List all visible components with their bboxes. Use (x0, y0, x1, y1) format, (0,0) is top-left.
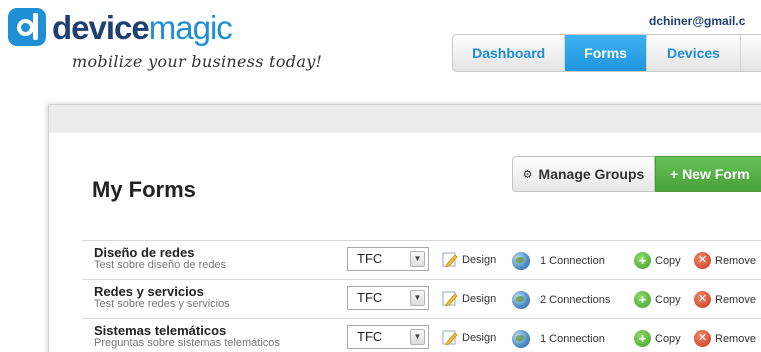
connections-link[interactable]: 1 Connection (512, 330, 605, 348)
globe-icon (512, 330, 530, 348)
remove-label: Remove (715, 293, 756, 306)
connections-link[interactable]: 2 Connections (512, 291, 610, 309)
connections-label: 1 Connection (540, 255, 605, 267)
chevron-down-icon[interactable]: ▼ (410, 251, 425, 267)
chevron-down-icon[interactable]: ▼ (410, 329, 425, 345)
design-link[interactable]: Design (442, 291, 496, 307)
remove-label: Remove (715, 254, 756, 267)
logo[interactable]: devicemagic (8, 8, 233, 46)
remove-link[interactable]: ✕ Remove (694, 252, 756, 269)
copy-label: Copy (655, 293, 681, 306)
group-select-value: TFC (357, 329, 383, 344)
logo-mark-icon (8, 8, 46, 46)
x-circle-icon: ✕ (694, 330, 711, 347)
remove-label: Remove (715, 332, 756, 345)
copy-label: Copy (655, 254, 681, 267)
form-name-link[interactable]: Sistemas telemáticos (94, 323, 226, 338)
pencil-icon (442, 330, 458, 346)
remove-link[interactable]: ✕ Remove (694, 291, 756, 308)
design-label: Design (462, 293, 497, 305)
copy-label: Copy (655, 332, 681, 345)
globe-icon (512, 291, 530, 309)
tab-forms[interactable]: Forms (565, 35, 647, 71)
group-select-value: TFC (357, 251, 383, 266)
pencil-icon (442, 252, 458, 268)
tab-more[interactable] (741, 35, 761, 71)
connections-link[interactable]: 1 Connection (512, 252, 605, 270)
form-description: Preguntas sobre sistemas telemáticos (94, 337, 280, 349)
tagline: mobilize your business today! (72, 52, 323, 71)
group-select[interactable]: TFC ▼ (347, 325, 429, 349)
form-row: Diseño de redes Test sobre diseño de red… (82, 240, 761, 279)
form-description: Test sobre diseño de redes (94, 259, 227, 271)
main-nav: Dashboard Forms Devices (452, 34, 761, 72)
chevron-down-icon[interactable]: ▼ (410, 290, 425, 306)
group-select[interactable]: TFC ▼ (347, 247, 429, 271)
page-title: My Forms (92, 177, 196, 202)
gear-icon: ⚙ (522, 168, 533, 181)
manage-groups-label: Manage Groups (538, 166, 645, 182)
brand-wordmark: devicemagic (52, 8, 233, 46)
connections-label: 2 Connections (540, 294, 611, 306)
new-form-label: + New Form (670, 166, 750, 182)
pencil-icon (442, 291, 458, 307)
connections-label: 1 Connection (540, 333, 605, 345)
new-form-button[interactable]: + New Form (655, 156, 761, 192)
form-name-link[interactable]: Diseño de redes (94, 245, 194, 260)
plus-circle-icon: + (634, 291, 651, 308)
x-circle-icon: ✕ (694, 291, 711, 308)
design-label: Design (462, 332, 497, 344)
design-link[interactable]: Design (442, 252, 496, 268)
tab-devices[interactable]: Devices (647, 35, 742, 71)
copy-link[interactable]: + Copy (634, 291, 681, 308)
form-name-link[interactable]: Redes y servicios (94, 284, 204, 299)
copy-link[interactable]: + Copy (634, 252, 681, 269)
forms-list: Diseño de redes Test sobre diseño de red… (82, 240, 761, 352)
design-label: Design (462, 254, 497, 266)
plus-circle-icon: + (634, 252, 651, 269)
manage-groups-button[interactable]: ⚙ Manage Groups (512, 156, 655, 192)
group-select[interactable]: TFC ▼ (347, 286, 429, 310)
tab-dashboard[interactable]: Dashboard (453, 35, 566, 71)
form-row: Sistemas telemáticos Preguntas sobre sis… (82, 318, 761, 352)
form-description: Test sobre redes y servicios (94, 298, 230, 310)
form-row: Redes y servicios Test sobre redes y ser… (82, 279, 761, 318)
user-email-link[interactable]: dchiner@gmail.c (649, 14, 761, 28)
x-circle-icon: ✕ (694, 252, 711, 269)
group-select-value: TFC (357, 290, 383, 305)
panel-header-band (49, 105, 761, 133)
plus-circle-icon: + (634, 330, 651, 347)
design-link[interactable]: Design (442, 330, 496, 346)
remove-link[interactable]: ✕ Remove (694, 330, 756, 347)
copy-link[interactable]: + Copy (634, 330, 681, 347)
globe-icon (512, 252, 530, 270)
